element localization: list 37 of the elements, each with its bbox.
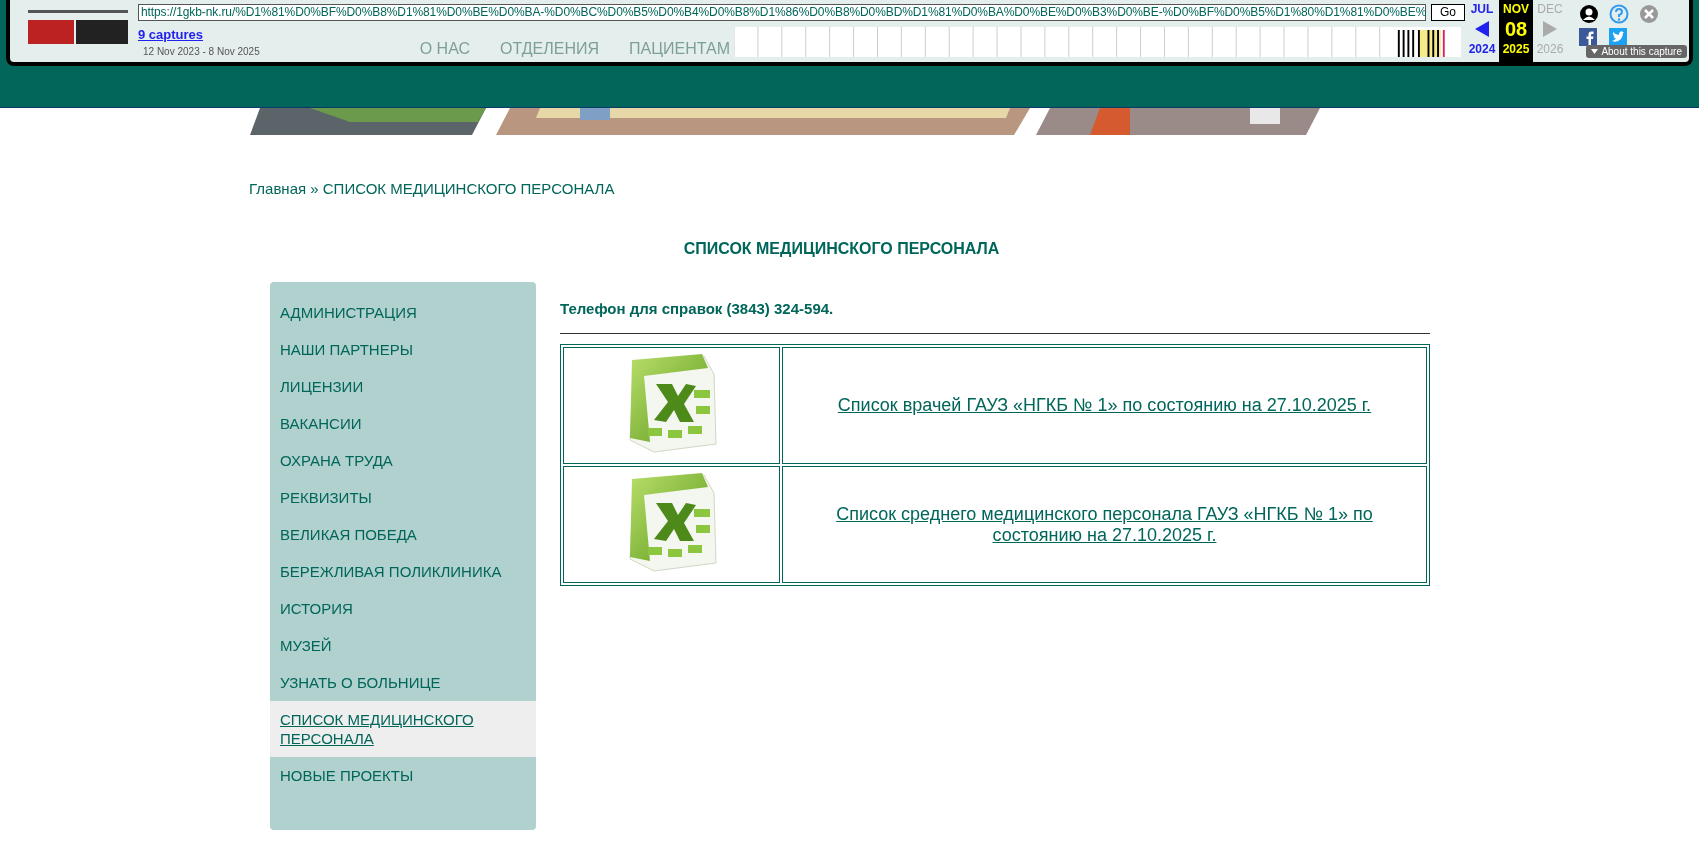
document-link[interactable]: Список врачей ГАУЗ «НГКБ № 1» по состоянию на 27.10.2025 г. [829, 395, 1380, 416]
sidebar-item[interactable]: ОХРАНА ТРУДА [270, 442, 536, 479]
phone-text: Телефон для справок (3843) 324-594. [560, 300, 835, 317]
calendar-month[interactable]: NOV 08 2025 [1499, 0, 1533, 62]
sidebar-item[interactable]: МУЗЕЙ [270, 627, 536, 664]
help-icon[interactable] [1609, 4, 1629, 24]
sidebar-item[interactable]: ЛИЦЕНЗИИ [270, 368, 536, 405]
close-icon[interactable] [1639, 4, 1659, 24]
nav-item[interactable]: О НАС [419, 40, 471, 58]
previous-arrow-icon[interactable] [1475, 21, 1489, 37]
sidebar-item[interactable]: НАШИ ПАРТНЕРЫ [270, 331, 536, 368]
caret-icon [1591, 49, 1599, 54]
go-button[interactable]: Go [1431, 4, 1465, 21]
sidebar-item[interactable]: НОВЫЕ ПРОЕКТЫ [270, 757, 536, 794]
breadcrumb-current: СПИСОК МЕДИЦИНСКОГО ПЕРСОНАЛА [322, 180, 615, 197]
sidebar-item[interactable]: БЕРЕЖЛИВАЯ ПОЛИКЛИНИКА [270, 553, 536, 590]
captures-link[interactable]: 9 captures [138, 27, 204, 42]
capture-histogram[interactable] [734, 27, 1461, 57]
sidebar-item[interactable]: ИСТОРИЯ [270, 590, 536, 627]
sidebar-item[interactable]: ВЕЛИКАЯ ПОБЕДА [270, 516, 536, 553]
breadcrumb-separator: » [310, 180, 319, 197]
calendar-month[interactable]: JUL 2024 [1465, 0, 1499, 62]
wayback-logo-icon[interactable] [28, 8, 128, 46]
breadcrumb-link[interactable]: Главная [249, 180, 307, 197]
sidebar-item[interactable]: СПИСОК МЕДИЦИНСКОГО ПЕРСОНАЛА [270, 701, 536, 757]
sidebar-item[interactable]: ВАКАНСИИ [270, 405, 536, 442]
user-icon[interactable] [1579, 4, 1599, 24]
about-capture-button[interactable]: About this capture [1586, 45, 1687, 58]
sidebar-item[interactable]: АДМИНИСТРАЦИЯ [270, 294, 536, 331]
nav-item[interactable]: ПАЦИЕНТАМ [629, 40, 730, 58]
facebook-icon[interactable] [1579, 28, 1597, 46]
page-title: СПИСОК МЕДИЦИНСКОГО ПЕРСОНАЛА [682, 240, 1001, 258]
sidebar-item[interactable]: УЗНАТЬ О БОЛЬНИЦЕ [270, 664, 536, 701]
capture-range: 12 Nov 2023 - 8 Nov 2025 [143, 46, 260, 57]
nav-item[interactable]: ОТДЕЛЕНИЯ [500, 40, 599, 58]
twitter-icon[interactable] [1609, 28, 1627, 46]
sidebar-item[interactable]: РЕКВИЗИТЫ [270, 479, 536, 516]
